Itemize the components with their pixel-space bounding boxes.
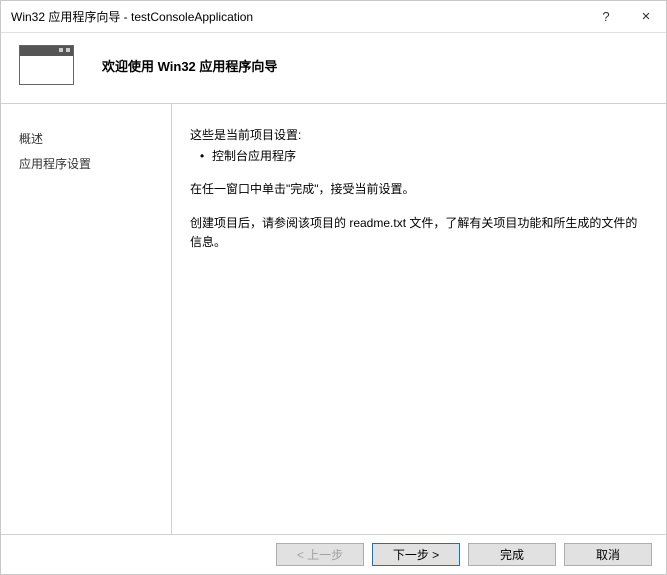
cancel-button[interactable]: 取消 — [564, 543, 652, 566]
sidebar: 概述 应用程序设置 — [1, 104, 171, 534]
window-title: Win32 应用程序向导 - testConsoleApplication — [11, 8, 596, 25]
content-paragraph-2: 创建项目后，请参阅该项目的 readme.txt 文件，了解有关项目功能和所生成… — [190, 214, 644, 252]
content-paragraph-1: 在任一窗口中单击"完成"，接受当前设置。 — [190, 180, 644, 199]
titlebar: Win32 应用程序向导 - testConsoleApplication ? … — [1, 1, 666, 33]
help-button[interactable]: ? — [596, 9, 616, 24]
wizard-header: 欢迎使用 Win32 应用程序向导 — [1, 33, 666, 104]
titlebar-controls: ? × — [596, 8, 656, 25]
wizard-footer: < 上一步 下一步 > 完成 取消 — [1, 534, 666, 574]
wizard-title: 欢迎使用 Win32 应用程序向导 — [102, 56, 277, 75]
sidebar-item-overview[interactable]: 概述 — [19, 126, 171, 151]
close-button[interactable]: × — [636, 8, 656, 25]
console-window-icon — [19, 45, 74, 85]
finish-button[interactable]: 完成 — [468, 543, 556, 566]
wizard-body: 概述 应用程序设置 这些是当前项目设置: 控制台应用程序 在任一窗口中单击"完成… — [1, 104, 666, 534]
wizard-window: Win32 应用程序向导 - testConsoleApplication ? … — [0, 0, 667, 575]
content-intro: 这些是当前项目设置: — [190, 126, 644, 145]
content-area: 这些是当前项目设置: 控制台应用程序 在任一窗口中单击"完成"，接受当前设置。 … — [171, 104, 666, 534]
sidebar-item-app-settings[interactable]: 应用程序设置 — [19, 151, 171, 176]
next-button[interactable]: 下一步 > — [372, 543, 460, 566]
content-bullet-item: 控制台应用程序 — [190, 147, 644, 166]
back-button: < 上一步 — [276, 543, 364, 566]
